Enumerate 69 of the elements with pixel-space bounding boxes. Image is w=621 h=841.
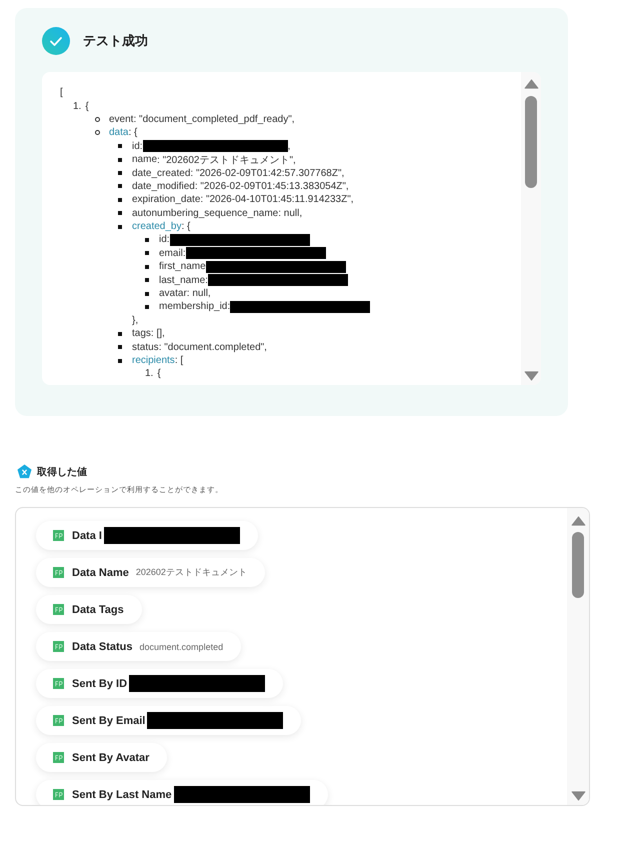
code-text: : null, xyxy=(186,288,211,300)
list-number: 1. xyxy=(145,368,154,380)
result-title: テスト成功 xyxy=(83,32,148,50)
code-key: status xyxy=(132,342,159,353)
value-chip[interactable]: Data Status document.completed xyxy=(36,632,242,661)
code-key: last_name xyxy=(159,274,206,286)
code-key: membership_id xyxy=(159,301,228,312)
code-text: : "2026-04-10T01:45:11.914233Z", xyxy=(200,194,354,206)
value-chip[interactable]: Sent By Email xyxy=(36,706,302,735)
code-key: autonumbering_sequence_name xyxy=(132,208,278,219)
code-text: , xyxy=(288,140,290,152)
code-key: date_modified xyxy=(132,180,195,192)
value-chip[interactable]: Data Name 202602テストドキュメント xyxy=(36,558,265,587)
pdf-icon xyxy=(53,752,64,763)
pdf-icon xyxy=(53,567,64,578)
code-key: id xyxy=(159,234,167,246)
code-key: id xyxy=(132,140,140,152)
value-chip[interactable]: Sent By Last Name xyxy=(36,780,328,805)
value-chip[interactable]: Sent By Avatar xyxy=(36,743,168,772)
code-key: first_name xyxy=(159,261,206,272)
code-text: : xyxy=(227,301,230,312)
code-text: : [ xyxy=(174,355,184,366)
code-text: { xyxy=(85,100,89,112)
code-text: : null, xyxy=(278,208,302,219)
code-text: : { xyxy=(181,221,190,232)
bullet-dot xyxy=(95,130,100,136)
code-key: event xyxy=(109,114,134,125)
pdf-icon xyxy=(53,641,64,652)
code-key: date_created xyxy=(132,168,190,179)
code-text: : xyxy=(182,248,186,259)
code-text: : [], xyxy=(150,328,165,340)
code-key: recipients xyxy=(132,355,175,366)
value-chip[interactable]: Data Tags xyxy=(36,595,142,624)
pdf-icon xyxy=(53,604,64,615)
code-text: : "document.completed", xyxy=(158,342,267,353)
code-key: avatar xyxy=(159,288,187,300)
scroll-down-icon[interactable] xyxy=(524,370,538,381)
value-chip[interactable]: Data I xyxy=(36,521,258,550)
code-text: : "document_completed_pdf_ready", xyxy=(133,114,295,125)
code-text: : xyxy=(166,234,170,246)
scrollbar-thumb[interactable] xyxy=(525,96,537,188)
code-key: tags xyxy=(132,328,151,340)
code-text: : "2026-02-09T01:45:13.383054Z", xyxy=(194,180,349,192)
value-chip[interactable]: Sent By ID xyxy=(36,669,284,698)
section-title: 取得した値 xyxy=(37,466,87,478)
scroll-up-icon[interactable] xyxy=(570,516,586,527)
code-key: name xyxy=(132,154,158,166)
code-key: expiration_date xyxy=(132,194,200,206)
code-key: created_by xyxy=(132,221,182,232)
code-text: : "202602テストドキュメント", xyxy=(157,154,296,167)
code-text: [ xyxy=(60,87,63,98)
scrollbar-thumb[interactable] xyxy=(572,532,584,598)
pdf-icon xyxy=(53,530,64,541)
bullet-dot xyxy=(95,116,100,122)
code-text: }, xyxy=(132,314,138,326)
code-key: email xyxy=(159,248,183,259)
pdf-icon xyxy=(53,789,64,800)
variable-icon xyxy=(17,464,32,479)
pdf-icon xyxy=(53,715,64,726)
code-key: data xyxy=(109,127,128,138)
code-text: : xyxy=(140,140,143,152)
list-number: 1. xyxy=(73,100,82,112)
scroll-up-icon[interactable] xyxy=(524,79,538,90)
scroll-down-icon[interactable] xyxy=(570,790,586,801)
code-text: : { xyxy=(128,127,138,138)
code-text: : "2026-02-09T01:42:57.307768Z", xyxy=(190,168,344,179)
code-text: { xyxy=(157,368,161,380)
code-text: : xyxy=(205,274,208,286)
pdf-icon xyxy=(53,678,64,689)
